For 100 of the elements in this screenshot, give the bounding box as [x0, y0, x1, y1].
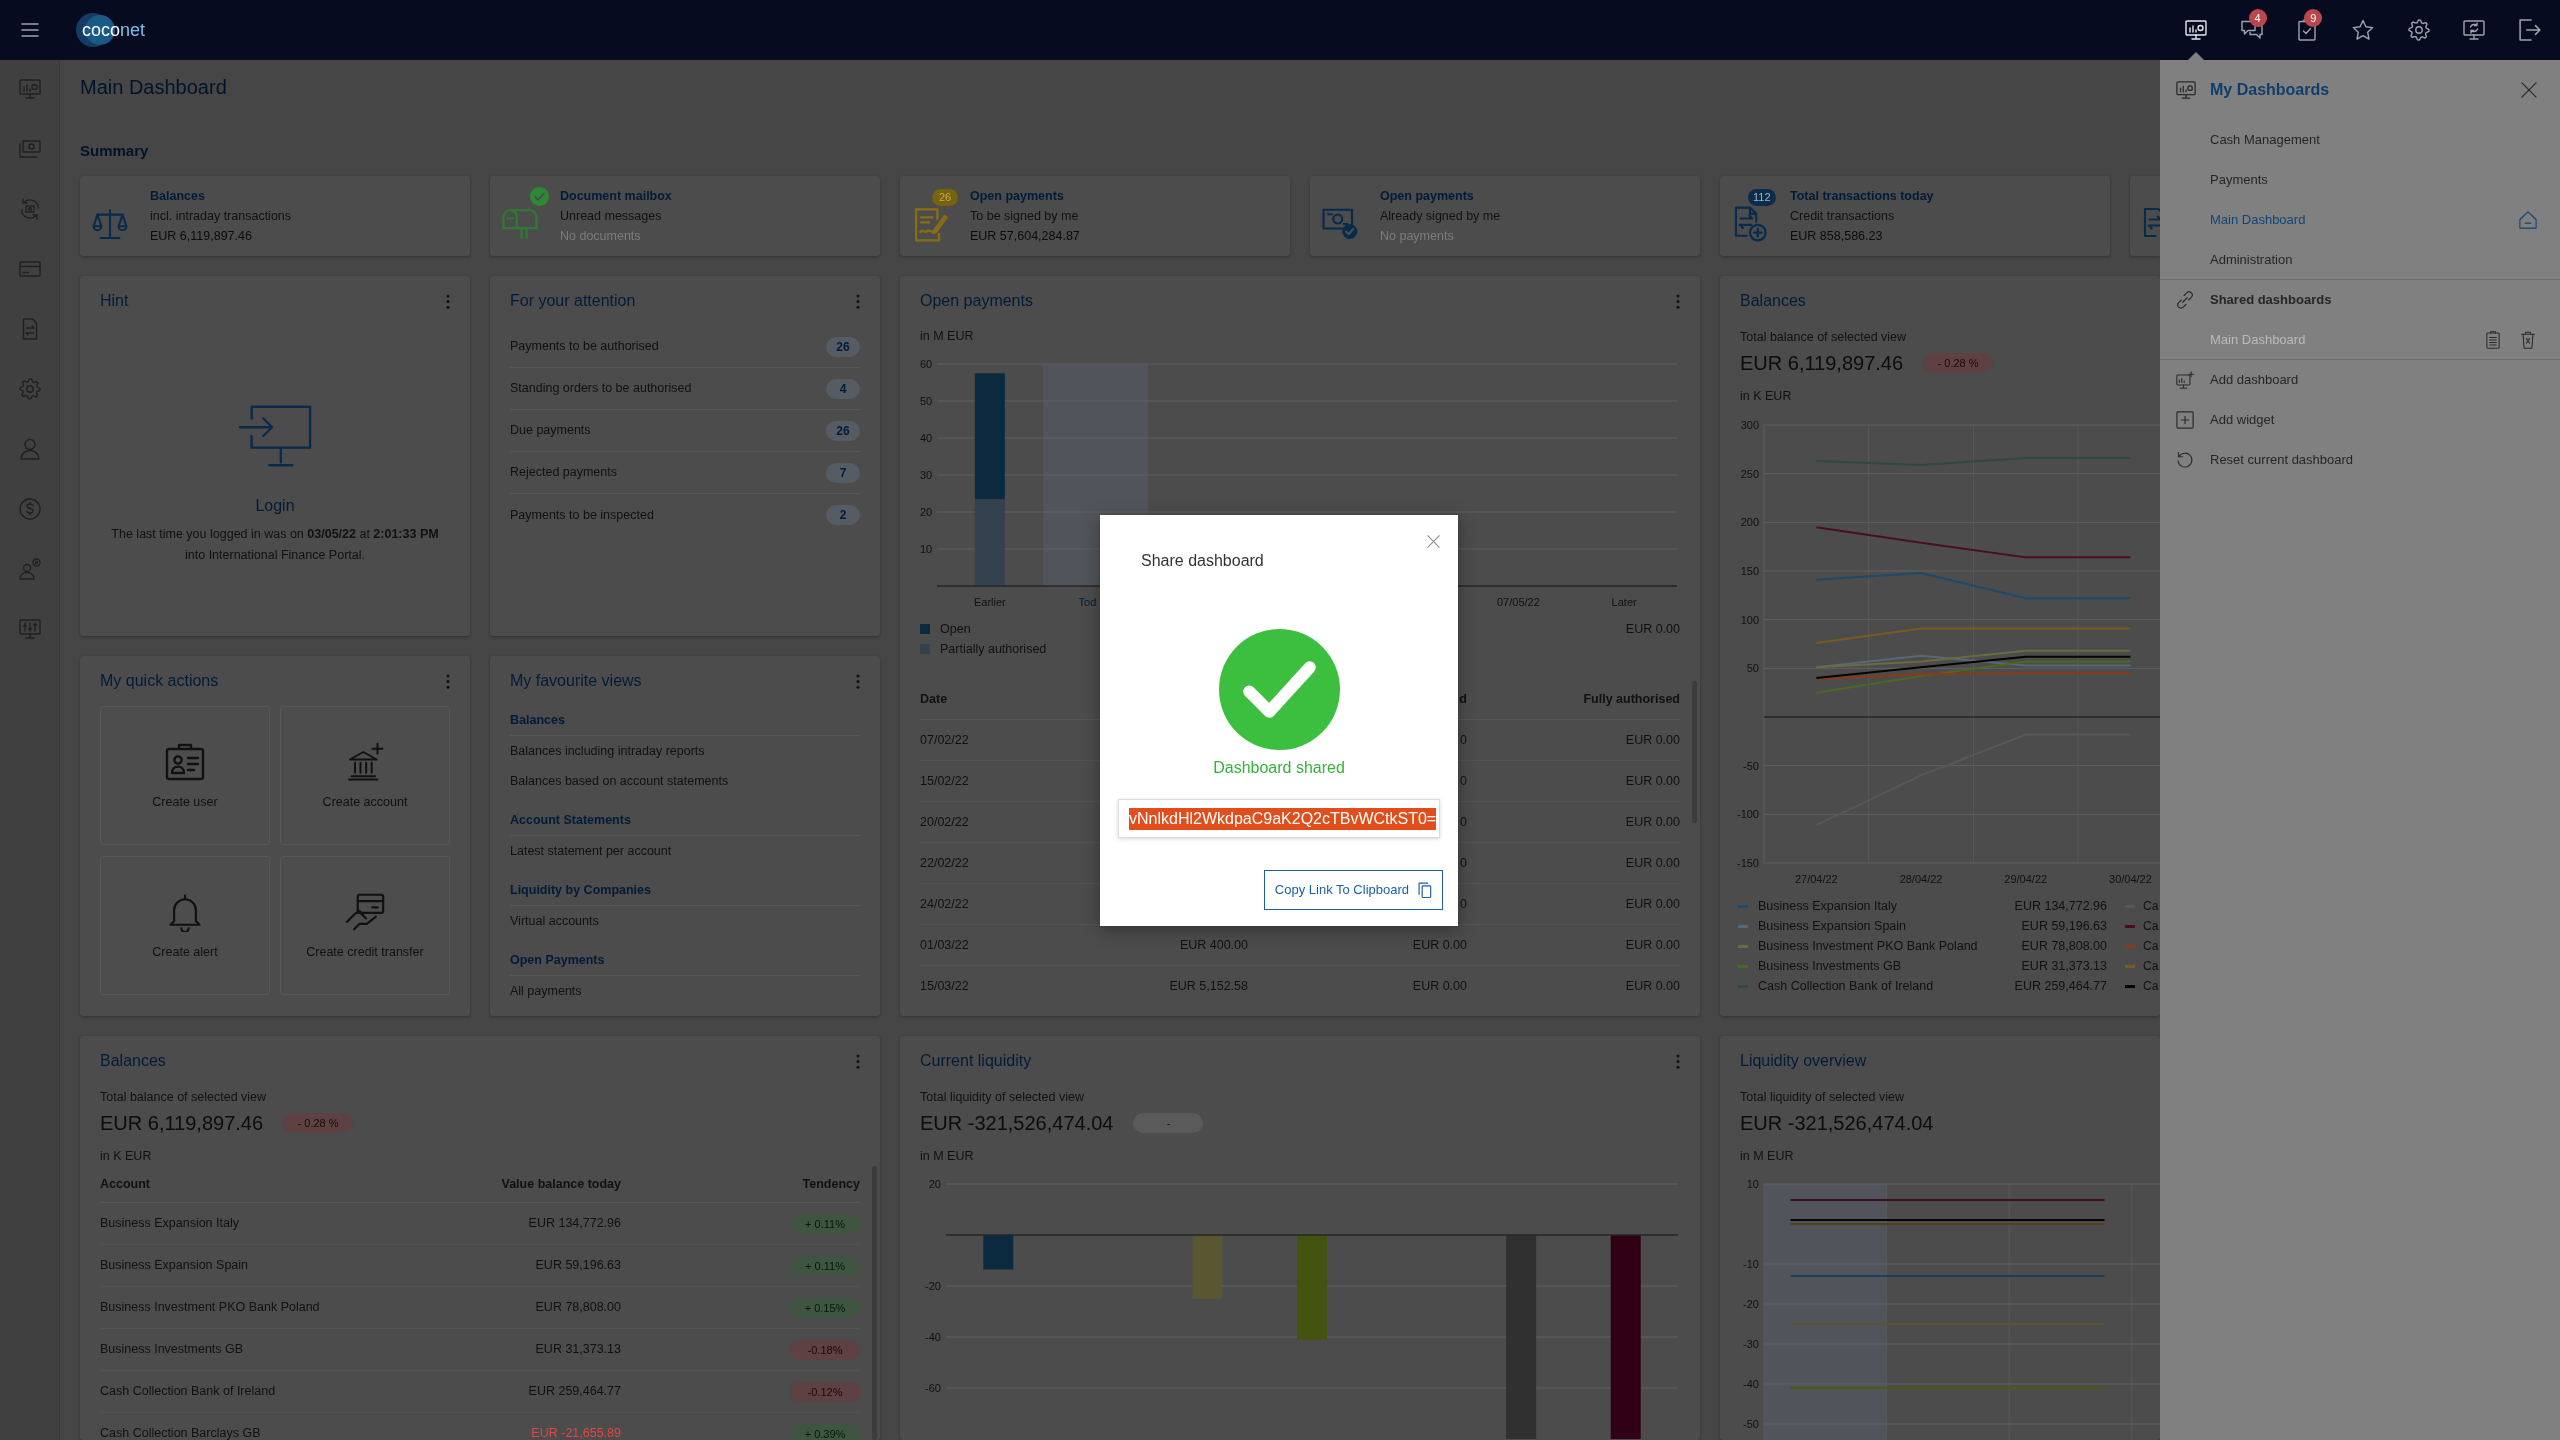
- axis-label: Earlier: [973, 596, 1006, 608]
- table-cell-text: EUR 0.00: [1412, 978, 1467, 996]
- table-cell-text: EUR 134,772.96: [528, 1215, 621, 1233]
- summary-title: Open payments: [970, 188, 1064, 205]
- axis-label: -40: [1743, 1378, 1759, 1390]
- column-header: Account: [100, 1176, 150, 1194]
- axis-label: 29/04/22: [2004, 873, 2048, 885]
- legend-amount: EUR 59,196.63: [2021, 917, 2107, 935]
- table-cell-text: EUR 0.00: [1412, 936, 1467, 954]
- axis-label: 28/04/22: [1899, 873, 1943, 885]
- axis-label: 07/05/22: [1497, 596, 1540, 608]
- legend-label: Cash Collection Bank of Ireland: [1758, 977, 1934, 995]
- axis-label: Later: [1611, 596, 1637, 608]
- legend-label: Ca: [2143, 938, 2159, 955]
- table-cell-text: Business Investment PKO Bank Poland: [100, 1299, 320, 1317]
- widget-title: Current liquidity: [920, 1051, 1032, 1071]
- legend-label: Business Expansion Spain: [1758, 917, 1906, 935]
- section-heading: Shared dashboards: [2210, 291, 2332, 310]
- tendency-badge: + 0.11%: [790, 1255, 860, 1276]
- summary-value: EUR 858,586.23: [1790, 228, 1883, 245]
- tendency-badge: + 0.15%: [790, 1297, 860, 1318]
- summary-value: EUR 57,604,284.87: [970, 228, 1080, 245]
- tendency-badge: + 0.39%: [790, 1423, 860, 1440]
- axis-label: Tod: [1078, 596, 1097, 608]
- count-badge: 26: [932, 189, 958, 206]
- caption: Total balance of selected view: [100, 1089, 267, 1105]
- widget-title: My quick actions: [100, 671, 219, 691]
- legend-label: Business Investment PKO Bank Poland: [1758, 937, 1978, 955]
- count-badge: 7: [826, 462, 860, 483]
- unit-label: in K EUR: [1740, 388, 1792, 404]
- table-cell-text: EUR 400.00: [1179, 936, 1248, 954]
- summary-amount: EUR 0.00: [1625, 621, 1680, 638]
- panel-title: My Dashboards: [2210, 80, 2330, 100]
- table-cell-text: 01/03/22: [920, 936, 969, 954]
- link-text: vNnlkdHl2WkdpaC9aK2Q2cTBvWCtkST0=: [1129, 807, 1437, 830]
- table-cell-text: EUR 0.00: [1625, 854, 1680, 872]
- unit-label: in M EUR: [1740, 1148, 1794, 1164]
- caption: Total liquidity of selected view: [920, 1089, 1084, 1105]
- summary-subtitle: Already signed by me: [1380, 208, 1501, 225]
- table-cell-text: EUR -21,655.89: [531, 1425, 621, 1440]
- count-badge: 112: [1748, 189, 1776, 206]
- axis-label: 27/04/22: [1794, 873, 1838, 885]
- table-cell-text: Business Expansion Italy: [100, 1215, 239, 1233]
- total-amount: EUR -321,526,474.04: [1740, 1111, 1934, 1135]
- widget-title: Liquidity overview: [1740, 1051, 1867, 1071]
- table-cell-text: EUR 78,808.00: [535, 1299, 621, 1317]
- table-cell-text: EUR 0.00: [1625, 895, 1680, 913]
- table-cell-text: EUR 31,373.13: [535, 1341, 621, 1359]
- caption: Total liquidity of selected view: [1740, 1089, 1904, 1105]
- legend-label: Ca: [2143, 918, 2159, 935]
- change-badge: - 0.28 %: [1923, 353, 1994, 373]
- axis-label: -20: [1743, 1298, 1759, 1310]
- axis-label: 20: [928, 1178, 941, 1190]
- hint-heading: Login: [255, 496, 295, 516]
- count-badge: 26: [826, 336, 860, 357]
- widget-title: Balances: [100, 1051, 166, 1071]
- axis-label: -20: [925, 1280, 941, 1292]
- table-cell-text: EUR 0.00: [1625, 731, 1680, 749]
- legend-amount: EUR 259,464.77: [2014, 977, 2107, 995]
- axis-label: 30: [920, 469, 933, 481]
- table-cell-text: Cash Collection Barclays GB: [100, 1425, 261, 1440]
- table-cell-text: 15/02/22: [920, 772, 969, 790]
- summary-title: Open payments: [1380, 188, 1474, 205]
- summary-subtitle: Unread messages: [560, 208, 662, 225]
- axis-label: 200: [1740, 516, 1759, 529]
- section-title: Summary: [80, 141, 150, 161]
- table-cell-text: Business Investments GB: [100, 1341, 244, 1359]
- legend-amount: EUR 31,373.13: [2021, 957, 2107, 975]
- table-cell-text: EUR 59,196.63: [535, 1257, 621, 1275]
- table-cell-text: 15/03/22: [920, 978, 969, 996]
- summary-title: Document mailbox: [560, 188, 672, 205]
- legend-amount: EUR 134,772.96: [2014, 897, 2107, 915]
- axis-label: 300: [1740, 419, 1759, 431]
- column-header: d: [1459, 691, 1467, 709]
- total-amount: EUR 6,119,897.46: [100, 1111, 264, 1135]
- legend-label: Business Expansion Italy: [1758, 897, 1897, 915]
- table-cell-text: 24/02/22: [920, 895, 969, 913]
- column-header: Date: [920, 691, 948, 709]
- table-cell-text: EUR 259,464.77: [528, 1383, 621, 1401]
- notification-badge: 9: [2304, 9, 2323, 27]
- change-badge: - 0.28 %: [283, 1113, 354, 1133]
- summary-subtitle: incl. intraday transactions: [150, 208, 292, 225]
- summary-title: Total transactions today: [1790, 188, 1934, 205]
- hint-text: The last time you logged in was on 03/05/22 at 2:01:33 PM into International Finance Portal.: [110, 526, 440, 564]
- widget-title: For your attention: [510, 291, 636, 311]
- notification-badge: 4: [2248, 9, 2267, 27]
- tendency-badge: -0.18%: [790, 1339, 860, 1360]
- status-message: Dashboard shared: [1213, 758, 1345, 778]
- legend-amount: EUR 78,808.00: [2021, 937, 2107, 955]
- count-badge: 26: [826, 420, 860, 441]
- axis-label: 50: [920, 395, 933, 407]
- legend-label: Ca: [2143, 958, 2159, 975]
- axis-label: 30/04/22: [2109, 873, 2152, 885]
- legend-label: Business Investments GB: [1758, 957, 1902, 975]
- caption: Total balance of selected view: [1740, 329, 1907, 345]
- unit-label: in M EUR: [920, 328, 974, 344]
- summary-subtitle: To be signed by me: [970, 208, 1079, 225]
- table-cell-text: EUR 0.00: [1625, 978, 1680, 996]
- axis-label: -40: [925, 1331, 941, 1343]
- table-cell-text: EUR 0.00: [1625, 813, 1680, 831]
